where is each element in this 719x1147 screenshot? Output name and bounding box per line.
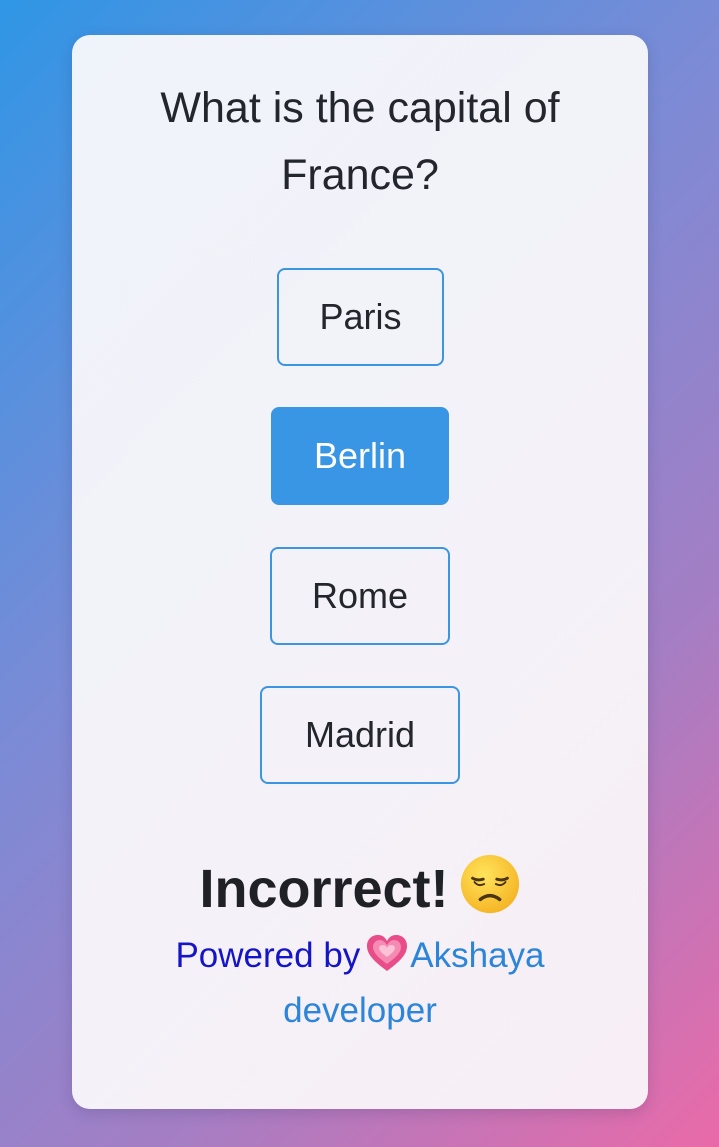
option-paris-button[interactable]: Paris bbox=[277, 268, 444, 366]
powered-by-text: Powered by bbox=[175, 936, 361, 975]
result-message: Incorrect! bbox=[72, 853, 648, 922]
result-text: Incorrect! bbox=[199, 859, 449, 919]
option-berlin-button[interactable]: Berlin bbox=[271, 407, 449, 505]
quiz-card: What is the capital of France? Paris Ber… bbox=[72, 35, 648, 1109]
option-madrid-button[interactable]: Madrid bbox=[260, 686, 460, 784]
question-text: What is the capital of France? bbox=[160, 84, 560, 199]
footer-credit: Powered by Akshaya developer bbox=[132, 928, 588, 1038]
option-rome-button[interactable]: Rome bbox=[270, 547, 450, 645]
growing-heart-icon bbox=[367, 935, 408, 971]
disappointed-face-icon bbox=[460, 854, 519, 914]
